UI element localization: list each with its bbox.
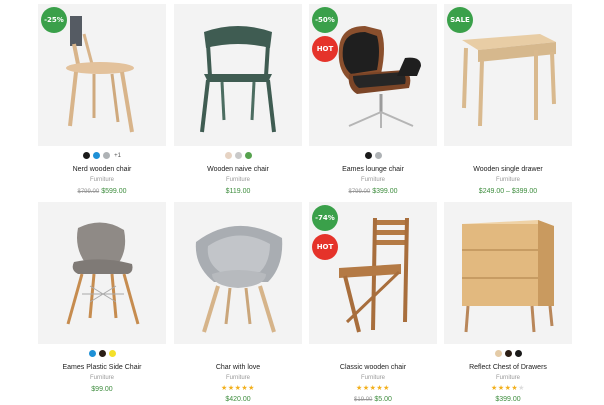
product-card[interactable]: -74% HOT Classic wooden chair Furniture … <box>309 202 437 405</box>
color-swatch[interactable] <box>103 152 111 159</box>
product-image[interactable] <box>174 202 302 344</box>
product-card[interactable]: SALE Wooden single drawer Furniture $249… <box>444 4 572 197</box>
chest-of-drawers-image <box>462 220 554 333</box>
green-chair-image <box>200 26 276 133</box>
product-category[interactable]: Furniture <box>444 374 572 383</box>
product-image[interactable]: -74% HOT <box>309 202 437 344</box>
product-card[interactable]: -50% HOT Eames lounge chair Furniture $7… <box>309 4 437 197</box>
product-card[interactable]: Wooden naive chair Furniture $119.00 <box>174 4 302 197</box>
product-card[interactable]: Char with love Furniture ★★★★★ $420.00 <box>174 202 302 405</box>
product-price: $19.00 $5.00 <box>309 395 437 405</box>
color-swatch[interactable] <box>494 350 502 357</box>
color-swatches <box>174 349 302 358</box>
product-image[interactable]: SALE <box>444 4 572 146</box>
color-swatches <box>174 151 302 160</box>
product-name[interactable]: Classic wooden chair <box>309 363 437 372</box>
product-price: $799.00 $399.00 <box>309 187 437 197</box>
color-swatches: +1 <box>38 151 166 160</box>
color-swatch[interactable] <box>374 152 382 159</box>
plastic-chair-image <box>66 222 140 325</box>
product-name[interactable]: Reflect Chest of Drawers <box>444 363 572 372</box>
product-category[interactable]: Furniture <box>174 374 302 383</box>
product-card[interactable]: -25% +1 Nerd wooden chair Furniture $799… <box>38 4 166 197</box>
color-swatch[interactable] <box>83 152 91 159</box>
product-name[interactable]: Char with love <box>174 363 302 372</box>
discount-badge: -25% <box>41 7 67 33</box>
color-swatch[interactable] <box>514 350 522 357</box>
color-swatches <box>444 151 572 160</box>
product-category[interactable]: Furniture <box>38 176 166 185</box>
product-name[interactable]: Wooden naive chair <box>174 165 302 174</box>
product-category[interactable]: Furniture <box>309 374 437 383</box>
product-name[interactable]: Eames lounge chair <box>309 165 437 174</box>
product-card[interactable]: Reflect Chest of Drawers Furniture ★★★★★… <box>444 202 572 405</box>
product-category[interactable]: Furniture <box>38 374 166 383</box>
product-image[interactable] <box>38 202 166 344</box>
sale-price: $599.00 <box>101 188 127 195</box>
rating-stars: ★★★★★ <box>221 385 255 392</box>
old-price: $799.00 <box>348 189 371 195</box>
product-price: $99.00 <box>91 386 113 393</box>
color-swatches <box>309 151 437 160</box>
product-category[interactable]: Furniture <box>174 176 302 185</box>
product-image[interactable] <box>174 4 302 146</box>
color-swatch[interactable] <box>98 350 106 357</box>
product-image[interactable]: -50% HOT <box>309 4 437 146</box>
product-price: $420.00 <box>225 396 251 403</box>
product-image[interactable] <box>444 202 572 344</box>
color-swatch[interactable] <box>244 152 252 159</box>
old-price: $19.00 <box>354 397 373 403</box>
product-category[interactable]: Furniture <box>309 176 437 185</box>
color-swatch[interactable] <box>88 350 96 357</box>
product-grid: -25% +1 Nerd wooden chair Furniture $799… <box>0 0 604 403</box>
color-swatches <box>38 349 166 358</box>
armchair-image <box>195 225 283 333</box>
product-name[interactable]: Eames Plastic Side Chair <box>38 363 166 372</box>
color-swatch[interactable] <box>364 152 372 159</box>
product-price: $399.00 <box>495 396 521 403</box>
color-swatches <box>444 349 572 358</box>
discount-badge: -50% <box>312 7 338 33</box>
sale-price: $399.00 <box>372 188 398 195</box>
color-swatch[interactable] <box>108 350 116 357</box>
color-swatch[interactable] <box>224 152 232 159</box>
product-price: $249.00 – $399.00 <box>478 188 538 195</box>
product-name[interactable]: Wooden single drawer <box>444 165 572 174</box>
color-swatch[interactable] <box>93 152 101 159</box>
product-card[interactable]: Eames Plastic Side Chair Furniture $99.0… <box>38 202 166 395</box>
color-swatch[interactable] <box>504 350 512 357</box>
product-price: $119.00 <box>225 188 251 195</box>
old-price: $799.00 <box>77 189 100 195</box>
sale-badge: SALE <box>447 7 473 33</box>
color-swatches <box>309 349 437 358</box>
color-swatch[interactable] <box>234 152 242 159</box>
rating-stars: ★★★★★ <box>356 385 390 392</box>
hot-badge: HOT <box>312 36 338 62</box>
product-category[interactable]: Furniture <box>444 176 572 185</box>
product-price: $799.00 $599.00 <box>38 187 166 197</box>
product-image[interactable]: -25% <box>38 4 166 146</box>
more-swatches-count[interactable]: +1 <box>114 153 121 159</box>
hot-badge: HOT <box>312 234 338 260</box>
product-name[interactable]: Nerd wooden chair <box>38 165 166 174</box>
rating-stars: ★★★★★ <box>491 385 525 392</box>
discount-badge: -74% <box>312 205 338 231</box>
